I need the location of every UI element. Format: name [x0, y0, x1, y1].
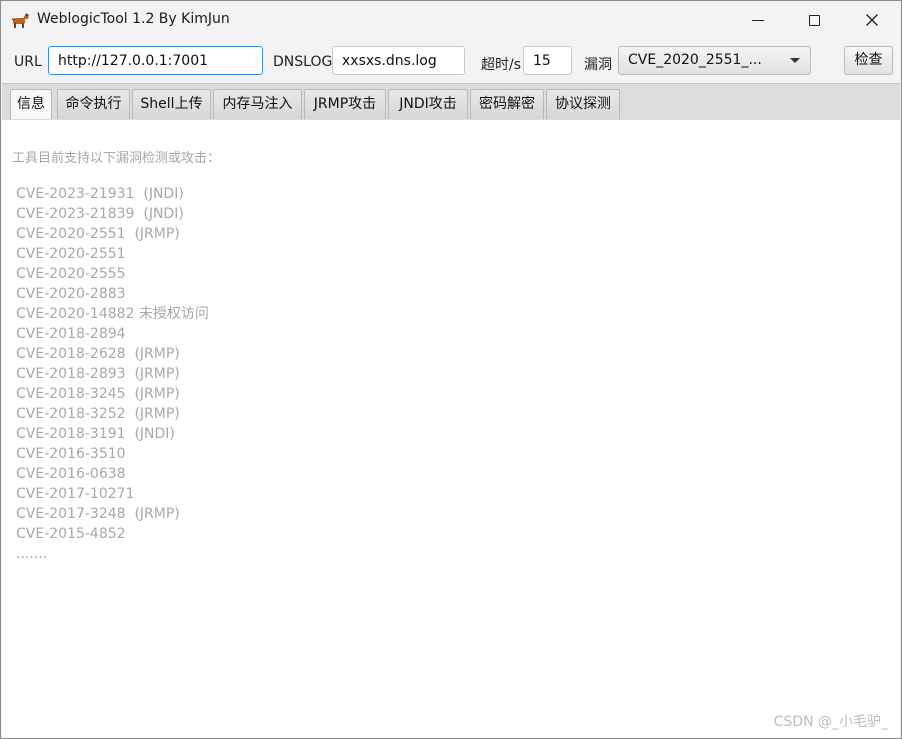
list-item: CVE-2018-3245 (JRMP) — [16, 386, 180, 402]
list-item: CVE-2023-21931 (JNDI) — [16, 186, 184, 202]
vuln-selected-value: CVE_2020_2551_... — [628, 52, 762, 68]
dnslog-input[interactable] — [332, 46, 465, 75]
list-item: CVE-2020-2551 (JRMP) — [16, 226, 180, 242]
list-item: CVE-2018-2628 (JRMP) — [16, 346, 180, 362]
close-button[interactable] — [843, 1, 901, 39]
title-bar[interactable]: WeblogicTool 1.2 By KimJun — [1, 1, 901, 39]
vuln-label: 漏洞 — [584, 57, 612, 73]
list-item: CVE-2018-3252 (JRMP) — [16, 406, 180, 422]
tab-shell-upload[interactable]: Shell上传 — [132, 89, 211, 119]
horse-app-icon — [11, 13, 29, 28]
tab-jndi-attack[interactable]: JNDI攻击 — [388, 89, 468, 119]
url-input[interactable] — [48, 46, 263, 75]
tab-jrmp-attack[interactable]: JRMP攻击 — [304, 89, 386, 119]
timeout-label: 超时/s — [481, 57, 522, 73]
intro-text: 工具目前支持以下漏洞检测或攻击： — [12, 151, 221, 166]
list-item: CVE-2018-2894 — [16, 326, 126, 342]
tab-command-exec[interactable]: 命令执行 — [57, 89, 130, 119]
list-item: CVE-2017-3248 (JRMP) — [16, 506, 180, 522]
list-item: CVE-2018-2893 (JRMP) — [16, 366, 180, 382]
list-item: CVE-2020-2551 — [16, 246, 126, 262]
check-button[interactable]: 检查 — [844, 46, 893, 75]
minimize-button[interactable] — [729, 1, 787, 39]
vuln-select[interactable]: CVE_2020_2551_... — [618, 46, 811, 75]
cve-list: CVE-2023-21931 (JNDI) CVE-2023-21839 (JN… — [16, 184, 209, 564]
url-label: URL — [14, 54, 42, 70]
tab-password-decrypt[interactable]: 密码解密 — [470, 89, 544, 119]
tab-protocol-probe[interactable]: 协议探测 — [546, 89, 620, 119]
list-item: CVE-2023-21839 (JNDI) — [16, 206, 184, 222]
toolbar: URL DNSLOG 超时/s 漏洞 CVE_2020_2551_... 检查 — [1, 39, 901, 83]
maximize-button[interactable] — [785, 1, 843, 39]
timeout-input[interactable] — [523, 46, 572, 75]
list-item: CVE-2017-10271 — [16, 486, 135, 502]
list-item: CVE-2015-4852 — [16, 526, 126, 542]
list-item: CVE-2020-2555 — [16, 266, 126, 282]
list-item: CVE-2016-3510 — [16, 446, 126, 462]
tab-info[interactable]: 信息 — [10, 89, 52, 119]
list-item: CVE-2018-3191 (JNDI) — [16, 426, 175, 442]
list-item: CVE-2016-0638 — [16, 466, 126, 482]
watermark: CSDN @_小毛驴_ — [773, 714, 888, 730]
close-icon — [866, 14, 878, 26]
list-item: CVE-2020-14882 未授权访问 — [16, 306, 209, 322]
tab-bar: 信息 命令执行 Shell上传 内存马注入 JRMP攻击 JNDI攻击 密码解密… — [2, 83, 900, 121]
maximize-icon — [808, 14, 820, 26]
dnslog-label: DNSLOG — [273, 54, 333, 70]
app-window: WeblogicTool 1.2 By KimJun URL DNSLOG 超时… — [0, 0, 902, 739]
list-item: CVE-2020-2883 — [16, 286, 126, 302]
tab-memshell-inject[interactable]: 内存马注入 — [213, 89, 302, 119]
list-item: ....... — [16, 546, 48, 562]
minimize-icon — [752, 19, 764, 21]
chevron-down-icon — [790, 58, 800, 63]
info-panel: 工具目前支持以下漏洞检测或攻击： CVE-2023-21931 (JNDI) C… — [2, 120, 900, 737]
window-title: WeblogicTool 1.2 By KimJun — [37, 11, 230, 27]
